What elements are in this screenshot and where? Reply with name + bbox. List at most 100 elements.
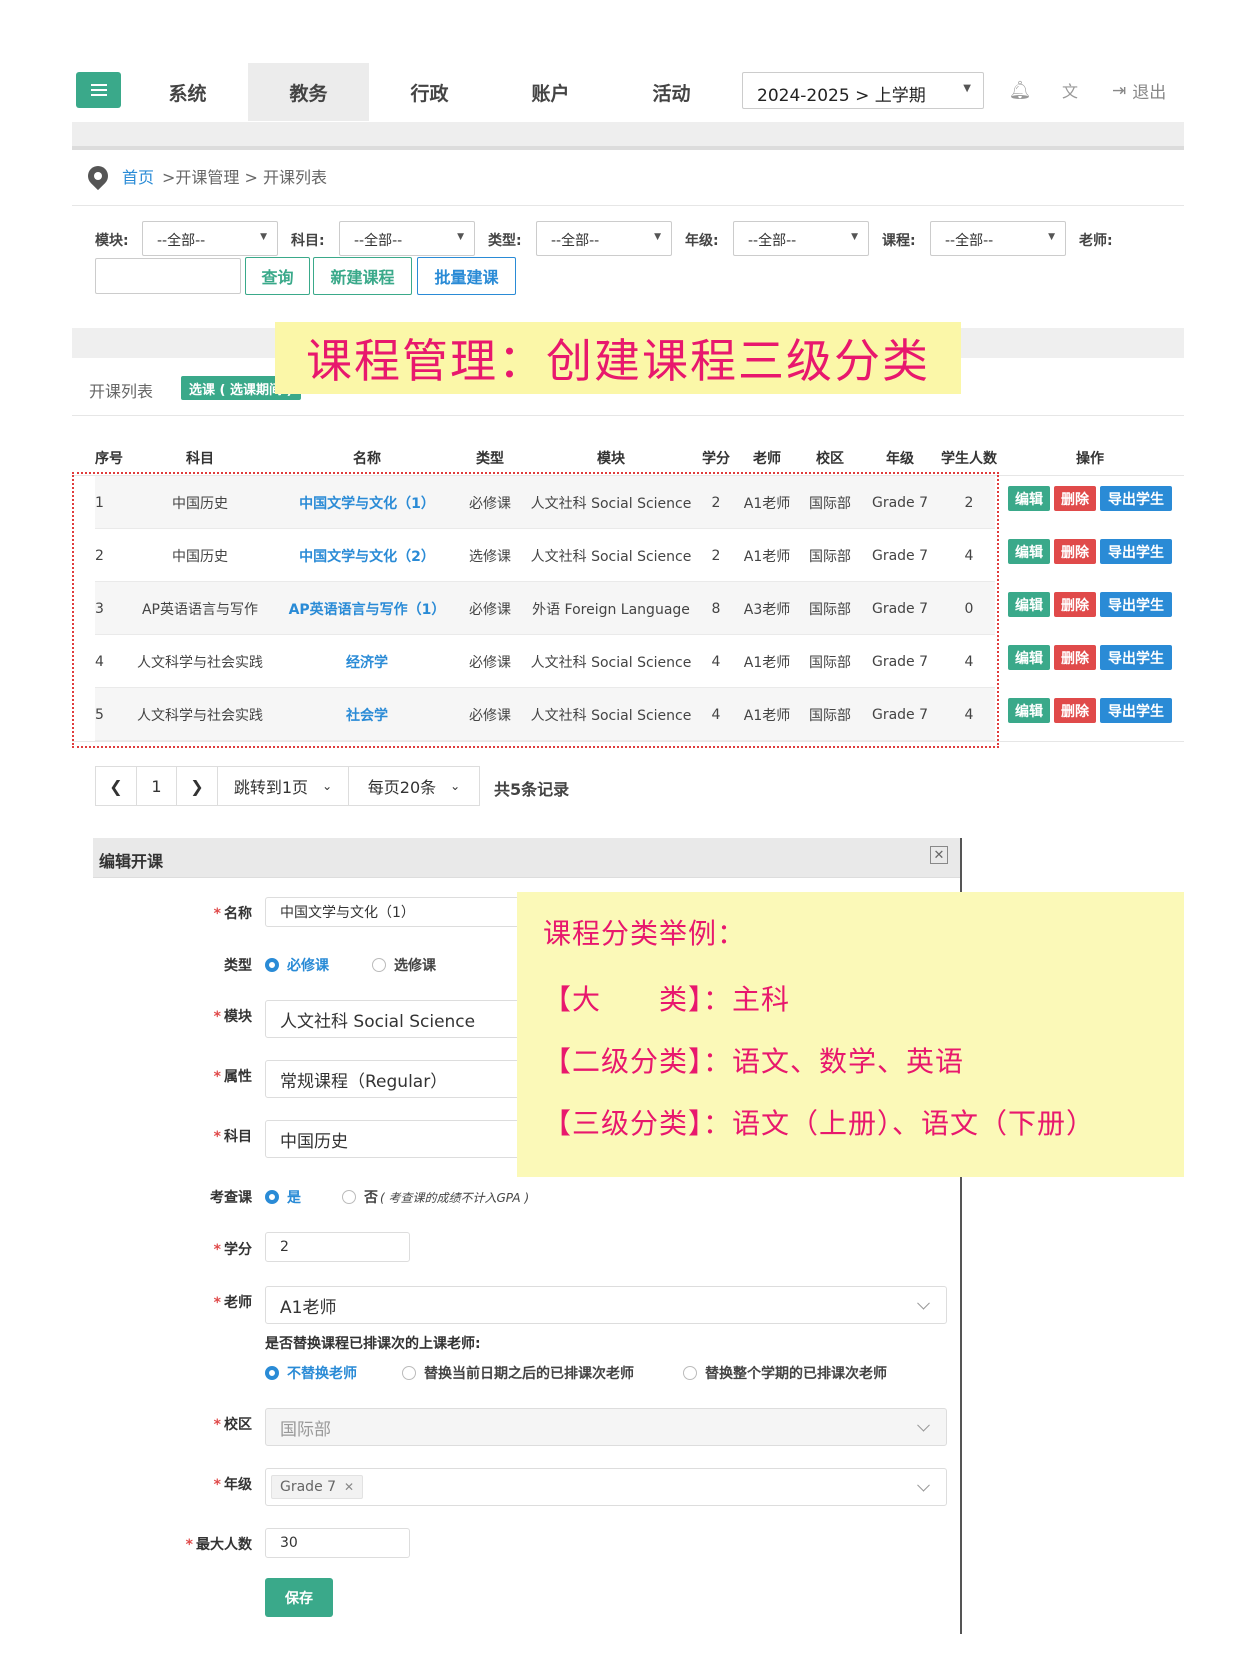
filter-grade-select[interactable]: --全部-- ▼: [733, 221, 869, 256]
chevron-down-icon: [917, 1478, 930, 1492]
breadcrumb-home[interactable]: 首页: [122, 164, 154, 188]
replace-radio-whole-term[interactable]: 替换整个学期的已排课次老师: [683, 1363, 887, 1383]
logout-label: 退出: [1132, 83, 1167, 103]
hamburger-icon: [90, 84, 107, 96]
campus-select[interactable]: 国际部: [265, 1408, 947, 1446]
jump-page-select[interactable]: 跳转到1页 ⌄: [217, 766, 349, 806]
note-line-1: 【大 类】：主科: [543, 978, 1158, 1018]
filter-module-select[interactable]: --全部-- ▼: [142, 221, 278, 256]
replace-radio-after-today[interactable]: 替换当前日期之后的已排课次老师: [402, 1363, 634, 1383]
breadcrumb-path: >开课管理 > 开课列表: [162, 168, 328, 187]
type-radio-elective[interactable]: 选修课: [372, 955, 436, 975]
caret-down-icon: ▼: [260, 232, 267, 242]
location-pin-icon: [83, 161, 113, 191]
logout-button[interactable]: ⇥ 退出: [1112, 78, 1167, 104]
col-header-name: 名称: [353, 451, 381, 467]
select-value: --全部--: [551, 233, 600, 249]
grade-tag-label: Grade 7: [280, 1479, 337, 1495]
chevron-down-icon: ⌄: [450, 779, 461, 793]
batch-create-button[interactable]: 批量建课: [417, 257, 516, 295]
dialog-title: 编辑开课: [93, 838, 961, 878]
radio-label: 必修课: [287, 958, 329, 974]
filter-type-select[interactable]: --全部-- ▼: [536, 221, 672, 256]
highlight-box: [72, 472, 999, 748]
filter-label-grade: 年级:: [685, 233, 719, 249]
nav-tab-admin[interactable]: 行政: [369, 63, 490, 121]
nav-tab-account[interactable]: 账户: [490, 63, 611, 121]
export-students-button[interactable]: 导出学生: [1100, 592, 1172, 617]
query-button[interactable]: 查询: [245, 257, 310, 295]
delete-button[interactable]: 删除: [1054, 539, 1096, 564]
chevron-right-icon: ❯: [190, 776, 204, 796]
term-select[interactable]: 2024-2025 > 上学期 ▼: [742, 72, 984, 109]
attribute-select[interactable]: 常规课程（Regular）: [265, 1060, 525, 1098]
exam-radio-no[interactable]: 否( 考查课的成绩不计入GPA ): [342, 1187, 529, 1207]
edit-button[interactable]: 编辑: [1008, 645, 1050, 670]
required-mark: *: [213, 1129, 221, 1145]
label-max-students: * 最大人数: [152, 1534, 252, 1554]
filter-subject-select[interactable]: --全部-- ▼: [339, 221, 475, 256]
nav-tab-academic[interactable]: 教务: [248, 63, 369, 121]
col-header-grade: 年级: [886, 451, 914, 467]
chevron-left-icon: ❮: [109, 776, 123, 796]
edit-button[interactable]: 编辑: [1008, 486, 1050, 511]
label-text: 名称: [224, 906, 252, 922]
radio-selected-icon: [265, 1190, 279, 1204]
per-page-select[interactable]: 每页20条 ⌄: [348, 766, 480, 806]
label-attribute: * 属性: [152, 1066, 252, 1086]
col-header-campus: 校区: [816, 451, 844, 467]
export-students-button[interactable]: 导出学生: [1100, 698, 1172, 723]
export-students-button[interactable]: 导出学生: [1100, 539, 1172, 564]
list-title: 开课列表: [89, 382, 154, 401]
delete-button[interactable]: 删除: [1054, 486, 1096, 511]
nav-tab-system[interactable]: 系统: [127, 63, 248, 121]
max-students-input[interactable]: 30: [265, 1528, 410, 1558]
close-icon[interactable]: ✕: [930, 846, 948, 864]
menu-toggle-button[interactable]: [76, 72, 121, 108]
exam-radio-yes[interactable]: 是: [265, 1187, 301, 1207]
annotation-banner: 课程管理：创建课程三级分类: [275, 322, 961, 394]
export-students-button[interactable]: 导出学生: [1100, 645, 1172, 670]
radio-selected-icon: [265, 1366, 279, 1380]
exam-note: ( 考查课的成绩不计入GPA ): [380, 1190, 530, 1205]
teacher-input[interactable]: [95, 258, 241, 294]
module-select[interactable]: 人文社科 Social Science: [265, 1000, 525, 1038]
caret-down-icon: ▼: [654, 232, 661, 242]
edit-button[interactable]: 编辑: [1008, 698, 1050, 723]
edit-button[interactable]: 编辑: [1008, 592, 1050, 617]
chevron-down-icon: [917, 1296, 930, 1310]
filter-label-subject: 科目:: [291, 233, 325, 249]
prev-page-button[interactable]: ❮: [95, 766, 137, 806]
nav-tab-activity[interactable]: 活动: [611, 63, 732, 121]
remove-tag-icon[interactable]: ✕: [344, 1480, 354, 1494]
subject-select[interactable]: 中国历史: [265, 1120, 525, 1158]
radio-label: 是: [287, 1190, 301, 1206]
credit-input[interactable]: 2: [265, 1232, 410, 1262]
type-radio-required[interactable]: 必修课: [265, 955, 329, 975]
caret-down-icon: ▼: [1048, 232, 1055, 242]
delete-button[interactable]: 删除: [1054, 592, 1096, 617]
radio-label: 替换当前日期之后的已排课次老师: [424, 1366, 634, 1382]
label-subject: * 科目: [152, 1126, 252, 1146]
radio-icon: [342, 1190, 356, 1204]
classification-note: 课程分类举例： 【大 类】：主科 【二级分类】：语文、数学、英语 【三级分类】：…: [517, 892, 1184, 1177]
save-button[interactable]: 保存: [265, 1578, 333, 1617]
bell-icon[interactable]: 🔔︎: [1008, 78, 1032, 102]
filter-course-select[interactable]: --全部-- ▼: [930, 221, 1066, 256]
edit-button[interactable]: 编辑: [1008, 539, 1050, 564]
page-number[interactable]: 1: [136, 766, 177, 806]
delete-button[interactable]: 删除: [1054, 645, 1096, 670]
language-icon[interactable]: 文: [1058, 78, 1082, 102]
filter-label-module: 模块:: [95, 233, 129, 249]
next-page-button[interactable]: ❯: [176, 766, 218, 806]
col-header-actions: 操作: [1076, 451, 1104, 467]
filter-label-course: 课程:: [882, 233, 916, 249]
divider: [72, 205, 1184, 206]
grade-select[interactable]: Grade 7 ✕: [265, 1468, 947, 1506]
name-input[interactable]: 中国文学与文化（1）: [265, 897, 525, 927]
export-students-button[interactable]: 导出学生: [1100, 486, 1172, 511]
replace-radio-none[interactable]: 不替换老师: [265, 1363, 357, 1383]
new-course-button[interactable]: 新建课程: [313, 257, 412, 295]
teacher-select[interactable]: A1老师: [265, 1286, 947, 1324]
delete-button[interactable]: 删除: [1054, 698, 1096, 723]
